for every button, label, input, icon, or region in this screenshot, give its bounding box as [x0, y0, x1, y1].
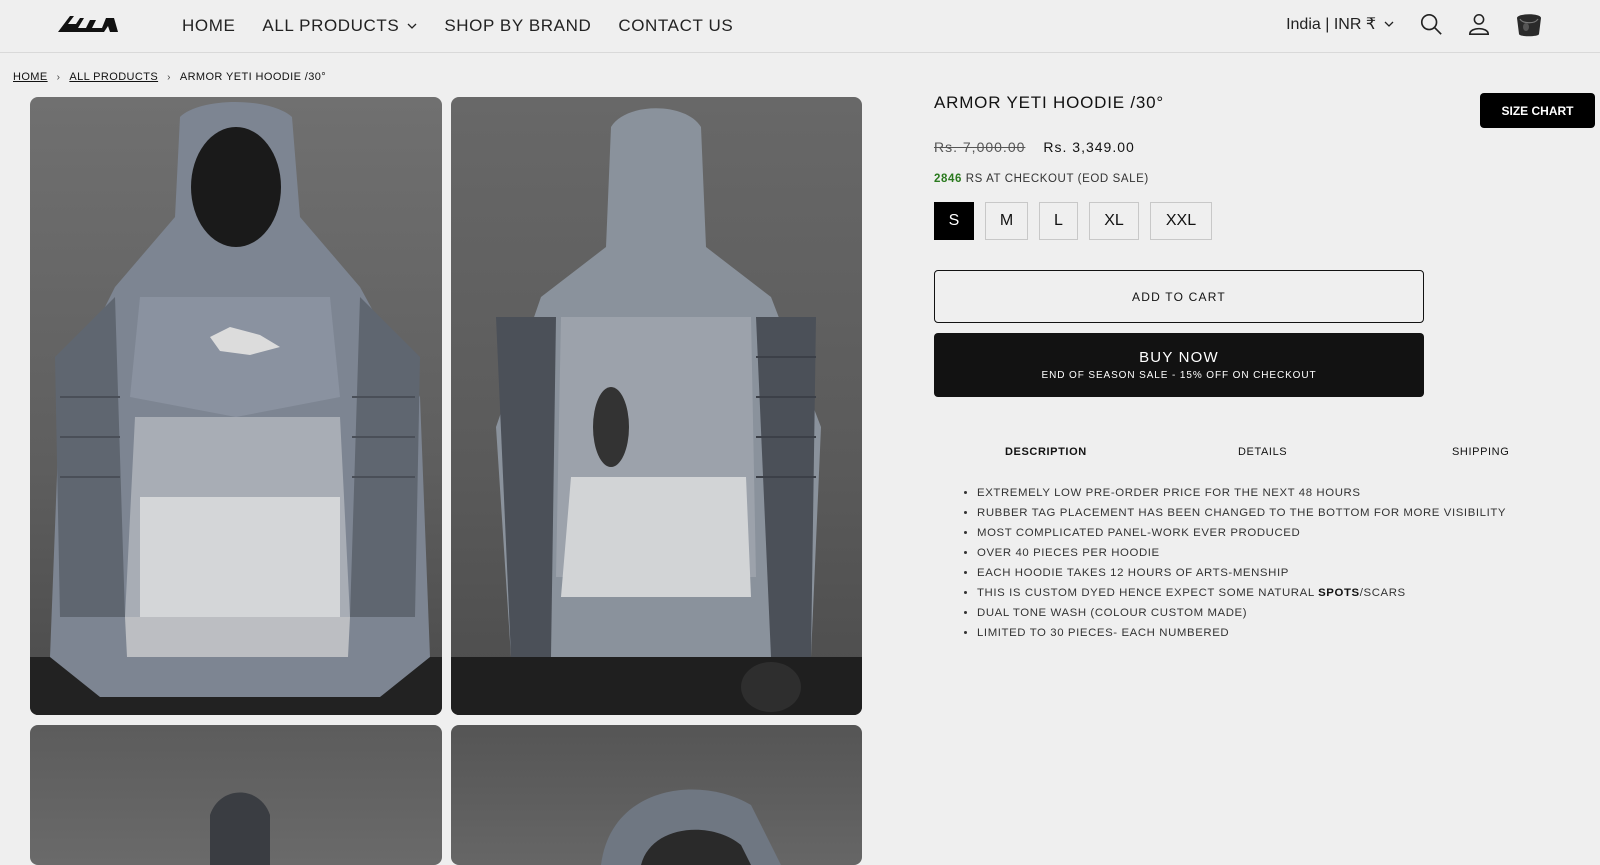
size-option-xl[interactable]: XL	[1089, 202, 1139, 240]
nav-all-products[interactable]: ALL PRODUCTS	[262, 16, 417, 36]
size-option-l[interactable]: L	[1039, 202, 1078, 240]
chevron-down-icon	[1384, 21, 1394, 27]
tab-details[interactable]: DETAILS	[1238, 446, 1287, 458]
checkout-note-text: RS AT CHECKOUT (EOD SALE)	[961, 173, 1149, 185]
header-actions: India | INR ₹	[1286, 10, 1544, 38]
tab-description[interactable]: DESCRIPTION	[1005, 446, 1087, 458]
search-icon[interactable]	[1418, 11, 1444, 37]
nav-contact-us[interactable]: CONTACT US	[618, 16, 733, 36]
list-item: RUBBER TAG PLACEMENT HAS BEEN CHANGED TO…	[977, 503, 1506, 523]
price-original: Rs. 7,000.00	[934, 139, 1026, 155]
checkout-note: 2846 RS AT CHECKOUT (EOD SALE)	[934, 173, 1149, 185]
list-item: OVER 40 PIECES PER HOODIE	[977, 543, 1506, 563]
list-item: LIMITED TO 30 PIECES- EACH NUMBERED	[977, 623, 1506, 643]
product-image-hood-detail[interactable]	[451, 725, 862, 865]
size-option-m[interactable]: M	[985, 202, 1028, 240]
buy-now-button[interactable]: BUY NOW END OF SEASON SALE - 15% OFF ON …	[934, 333, 1424, 397]
add-to-cart-button[interactable]: ADD TO CART	[934, 270, 1424, 323]
nav-home[interactable]: HOME	[182, 16, 235, 36]
checkout-amount: 2846	[934, 173, 962, 185]
breadcrumb-current: ARMOR YETI HOODIE /30°	[179, 71, 327, 83]
buy-now-label: BUY NOW	[1139, 349, 1219, 366]
product-image-side[interactable]	[30, 725, 442, 865]
chevron-down-icon	[407, 23, 417, 29]
account-icon[interactable]	[1466, 11, 1492, 37]
price-row: Rs. 7,000.00 Rs. 3,349.00	[934, 139, 1135, 155]
list-item-bold-text: SPOTS	[1318, 587, 1360, 599]
size-chart-button[interactable]: SIZE CHART	[1480, 93, 1595, 128]
size-option-s[interactable]: S	[934, 202, 974, 240]
product-image-front[interactable]	[30, 97, 442, 715]
product-title: ARMOR YETI HOODIE /30°	[934, 93, 1165, 112]
list-item: EACH HOODIE TAKES 12 HOURS OF ARTS-MENSH…	[977, 563, 1506, 583]
breadcrumb: HOME › ALL PRODUCTS › ARMOR YETI HOODIE …	[13, 71, 326, 83]
breadcrumb-separator: ›	[167, 71, 171, 83]
site-header: HOME ALL PRODUCTS SHOP BY BRAND CONTACT …	[0, 0, 1600, 53]
list-item: MOST COMPLICATED PANEL-WORK EVER PRODUCE…	[977, 523, 1506, 543]
brand-logo[interactable]	[56, 12, 120, 34]
list-item: DUAL TONE WASH (COLOUR CUSTOM MADE)	[977, 603, 1506, 623]
list-item-text: /SCARS	[1359, 587, 1406, 599]
main-nav: HOME ALL PRODUCTS SHOP BY BRAND CONTACT …	[182, 16, 760, 36]
breadcrumb-all-products[interactable]: ALL PRODUCTS	[69, 71, 158, 83]
size-selector: S M L XL XXL	[934, 202, 1223, 240]
breadcrumb-separator: ›	[56, 71, 61, 83]
locale-selector[interactable]: India | INR ₹	[1286, 14, 1394, 34]
nav-shop-by-brand[interactable]: SHOP BY BRAND	[444, 16, 591, 36]
description-list: EXTREMELY LOW PRE-ORDER PRICE FOR THE NE…	[959, 483, 1506, 643]
size-option-xxl[interactable]: XXL	[1150, 202, 1212, 240]
list-item: EXTREMELY LOW PRE-ORDER PRICE FOR THE NE…	[977, 483, 1506, 503]
breadcrumb-home[interactable]: HOME	[13, 71, 48, 83]
cart-icon[interactable]	[1514, 10, 1544, 38]
product-image-back[interactable]	[451, 97, 862, 715]
buy-now-sublabel: END OF SEASON SALE - 15% OFF ON CHECKOUT	[1041, 370, 1317, 381]
list-item-text: THIS IS CUSTOM DYED HENCE EXPECT SOME NA…	[977, 587, 1319, 599]
price-sale: Rs. 3,349.00	[1043, 139, 1135, 155]
list-item: THIS IS CUSTOM DYED HENCE EXPECT SOME NA…	[977, 583, 1506, 603]
tab-shipping[interactable]: SHIPPING	[1452, 446, 1509, 458]
